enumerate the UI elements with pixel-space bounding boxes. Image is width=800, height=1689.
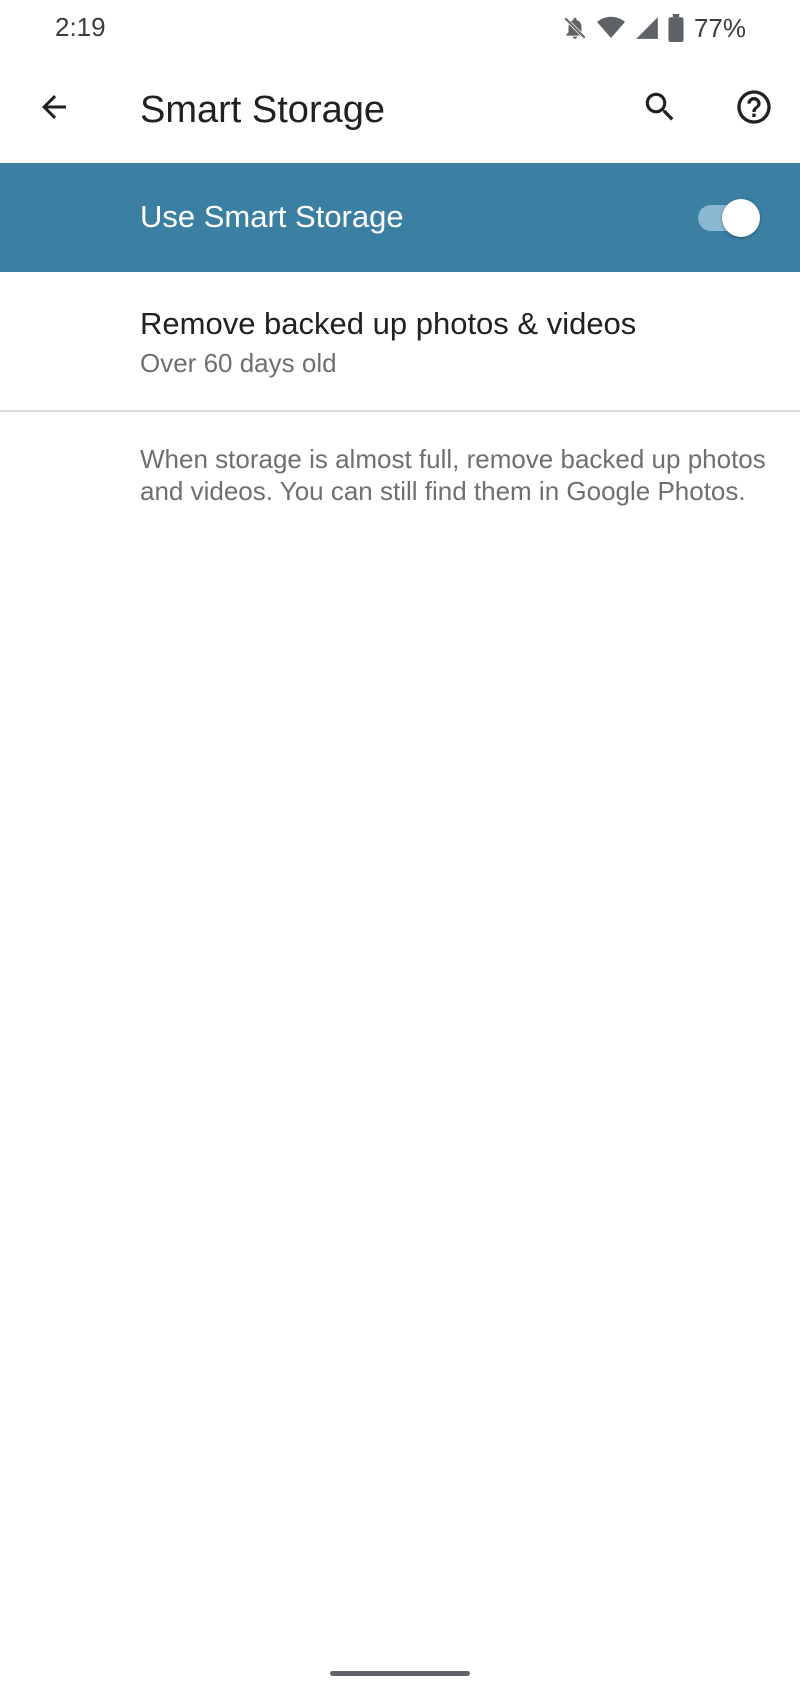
master-switch-bar[interactable]: Use Smart Storage [0,163,800,272]
app-bar: Smart Storage [0,58,800,163]
preference-summary: Over 60 days old [140,348,337,378]
battery-icon [668,14,684,42]
master-switch-label: Use Smart Storage [140,199,404,234]
status-time: 2:19 [55,12,106,42]
divider [0,410,800,412]
back-button[interactable] [24,79,84,139]
arrow-back-icon [36,89,72,130]
help-button[interactable] [724,79,784,139]
search-button[interactable] [630,79,690,139]
battery-percent: 77% [693,12,746,43]
notifications-off-icon [562,15,588,41]
toggle-thumb [722,199,760,237]
status-bar: 2:19 77% [0,0,800,58]
smart-storage-toggle[interactable] [698,199,766,237]
page-title: Smart Storage [140,89,385,131]
remove-backed-up-preference[interactable]: Remove backed up photos & videos Over 60… [0,272,800,410]
footer-description: When storage is almost full, remove back… [140,444,766,506]
status-icons: 77% [562,12,746,44]
preference-title: Remove backed up photos & videos [140,306,637,341]
search-icon [641,88,679,131]
gesture-nav-handle[interactable] [330,1671,470,1676]
wifi-icon [596,15,626,41]
help-circle-icon [734,87,774,132]
cellular-signal-icon [634,15,660,41]
